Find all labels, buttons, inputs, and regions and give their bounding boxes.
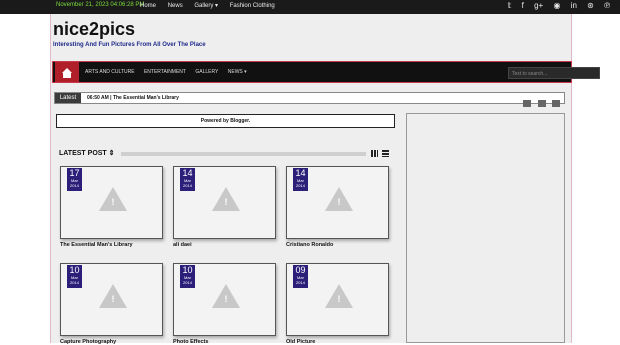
post-card[interactable]: 17 Mar 2014 !	[60, 166, 163, 239]
post-card[interactable]: 10 Mar 2014 !	[60, 263, 163, 336]
post-card[interactable]: 10 Mar 2014 !	[173, 263, 276, 336]
site-logo[interactable]: nice2pics	[53, 19, 135, 40]
nav-item-arts[interactable]: ARTS AND CULTURE	[85, 69, 135, 75]
grid-view-icon[interactable]	[371, 150, 378, 157]
post-card[interactable]: 09 Mar 2014 !	[286, 263, 389, 336]
post-title[interactable]: Photo Effects	[173, 339, 208, 345]
top-links: Home News Gallery ▾ Fashion Clothing	[140, 2, 285, 9]
search-icon[interactable]: ⌕	[604, 67, 614, 77]
ticker-label: Latest	[55, 93, 81, 103]
top-link-gallery[interactable]: Gallery ▾	[194, 3, 218, 9]
top-bar: November 21, 2023 04:06:28 PM Home News …	[0, 0, 620, 14]
datetime: November 21, 2023 04:06:28 PM	[56, 2, 145, 8]
ticker-next-icon[interactable]	[552, 100, 560, 107]
ticker-prev-icon[interactable]	[523, 100, 532, 107]
nav-item-entertainment[interactable]: ENTERTAINMENT	[144, 69, 186, 75]
sidebar	[406, 113, 565, 343]
post-title[interactable]: Cristiano Ronaldo	[286, 242, 333, 248]
post-date-badge: 17 Mar 2014	[67, 168, 82, 191]
dribbble-icon[interactable]: ⊛	[587, 1, 594, 10]
powered-by[interactable]: Powered by Blogger.	[56, 114, 395, 128]
google-plus-icon[interactable]: g+	[534, 1, 543, 10]
linkedin-icon[interactable]: in	[571, 1, 577, 10]
section-title: LATEST POST ⇕	[59, 150, 115, 157]
nav-item-news[interactable]: NEWS ▾	[228, 69, 247, 75]
list-view-icon[interactable]	[382, 150, 389, 157]
post-date-badge: 10 Mar 2014	[180, 265, 195, 288]
post-date-badge: 09 Mar 2014	[293, 265, 308, 288]
nav-item-gallery[interactable]: GALLERY	[195, 69, 218, 75]
top-link-fashion[interactable]: Fashion Clothing	[230, 3, 275, 9]
ticker-text[interactable]: 06:50 AM | The Essential Man's Library	[87, 95, 179, 101]
post-card[interactable]: 14 Mar 2014 !	[286, 166, 389, 239]
news-ticker: Latest 06:50 AM | The Essential Man's Li…	[54, 92, 565, 107]
post-card[interactable]: 14 Mar 2014 !	[173, 166, 276, 239]
rss-icon[interactable]: ◉	[553, 1, 560, 10]
main-nav: ARTS AND CULTURE ENTERTAINMENT GALLERY N…	[52, 61, 609, 83]
post-date-badge: 10 Mar 2014	[67, 265, 82, 288]
post-title[interactable]: The Essential Man's Library	[60, 242, 133, 248]
site-tagline: Interesting And Fun Pictures From All Ov…	[53, 42, 206, 48]
post-date-badge: 14 Mar 2014	[293, 168, 308, 191]
search-input[interactable]: Text to search...	[508, 67, 600, 79]
top-link-home[interactable]: Home	[140, 3, 156, 9]
top-link-news[interactable]: News	[168, 3, 185, 9]
pinterest-icon[interactable]: ℗	[604, 1, 610, 10]
post-date-badge: 14 Mar 2014	[180, 168, 195, 191]
post-title[interactable]: Capture Photography	[60, 339, 116, 345]
social-icons: 𝕥 f g+ ◉ in ⊛ ℗	[500, 1, 610, 10]
ticker-pause-icon[interactable]	[537, 100, 546, 107]
post-title[interactable]: ali daei	[173, 242, 192, 248]
facebook-icon[interactable]: f	[522, 1, 524, 10]
post-title[interactable]: Old Picture	[286, 339, 315, 345]
home-icon[interactable]	[55, 62, 79, 82]
twitter-icon[interactable]: 𝕥	[508, 1, 512, 10]
ticker-controls	[521, 94, 560, 112]
section-divider	[121, 152, 366, 156]
